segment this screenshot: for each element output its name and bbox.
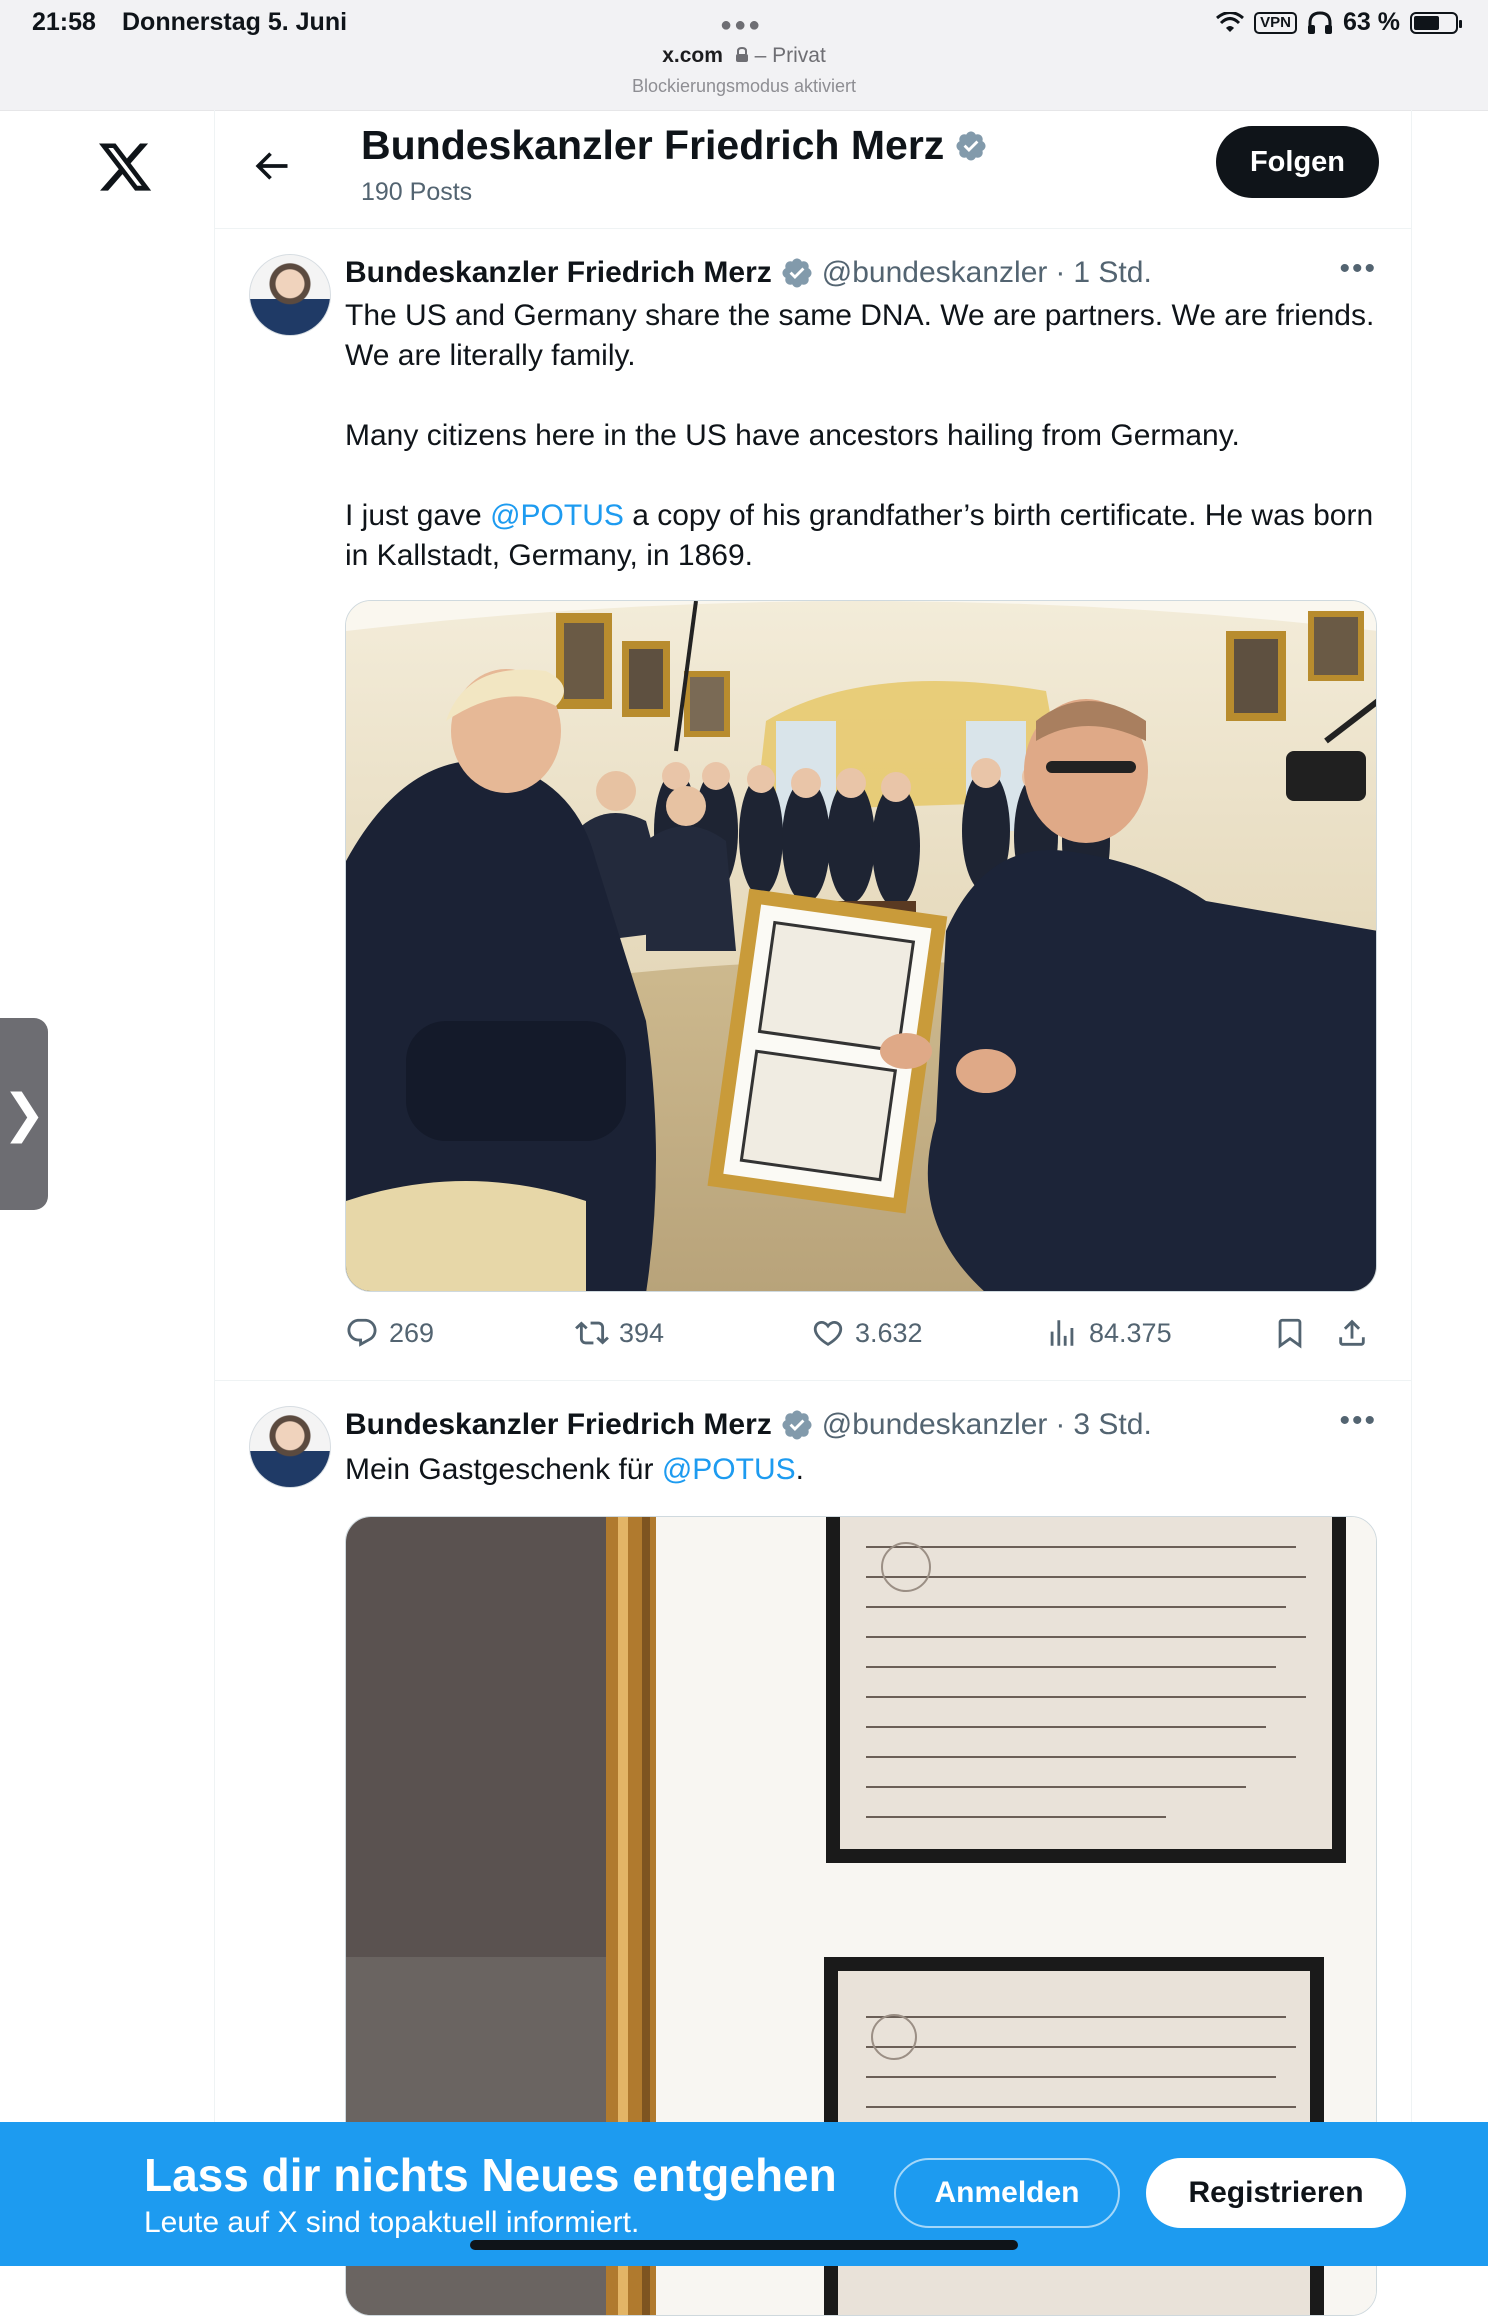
- reply-icon: [347, 1318, 377, 1347]
- tweet-paragraph: Mein Gastgeschenk für @POTUS.: [345, 1453, 804, 1486]
- share-icon: [1339, 1319, 1365, 1346]
- reply-count: 269: [389, 1317, 435, 1348]
- views-chart-icon: [1050, 1320, 1074, 1346]
- status-bar: 21:58 Donnerstag 5. Juni ●●● VPN 63 % x.…: [0, 0, 1488, 111]
- timestamp[interactable]: 1 Std.: [1073, 256, 1151, 290]
- mention-link[interactable]: @POTUS: [490, 499, 624, 532]
- battery-fill: [1414, 15, 1439, 30]
- author-name[interactable]: Bundeskanzler Friedrich Merz: [345, 256, 772, 290]
- banner-title: Lass dir nichts Neues entgehen: [144, 2149, 837, 2201]
- repost-button[interactable]: 394: [575, 1316, 664, 1350]
- vpn-badge: VPN: [1254, 11, 1298, 34]
- battery-icon: [1410, 11, 1462, 34]
- timeline-column: Bundeskanzler Friedrich Merz 190 Posts F…: [214, 110, 1412, 2316]
- tweet-text: The US and Germany share the same DNA. W…: [345, 296, 1375, 576]
- verified-badge-icon: [956, 130, 986, 161]
- date: Donnerstag 5. Juni: [122, 8, 348, 36]
- tweet-actions: 269 394 3.632 84.375: [345, 1316, 1375, 1366]
- wifi-icon: [1216, 11, 1245, 32]
- clock: 21:58: [32, 8, 96, 36]
- tweet-paragraph: Many citizens here in the US have ancest…: [345, 419, 1240, 452]
- home-indicator[interactable]: [470, 2240, 1018, 2250]
- tweet-paragraph: I just gave @POTUS a copy of his grandfa…: [345, 499, 1374, 572]
- timestamp[interactable]: 3 Std.: [1073, 1408, 1151, 1442]
- sidebar-toggle-handle[interactable]: ❯: [0, 1018, 48, 1210]
- page-title-text: Bundeskanzler Friedrich Merz: [361, 122, 945, 168]
- avatar[interactable]: [249, 1406, 331, 1488]
- tweet-header: Bundeskanzler Friedrich Merz @bundeskanz…: [345, 256, 1152, 290]
- page-title: Bundeskanzler Friedrich Merz: [361, 122, 988, 169]
- headphones-icon: [1308, 10, 1333, 34]
- multitasking-dots-icon[interactable]: ●●●: [720, 14, 762, 37]
- tweet-photo[interactable]: [345, 600, 1377, 1292]
- chevron-right-icon: ❯: [2, 1085, 46, 1143]
- separator-dot: ·: [1055, 256, 1066, 289]
- tweet-header: Bundeskanzler Friedrich Merz @bundeskanz…: [345, 1408, 1152, 1442]
- tweet-paragraph: The US and Germany share the same DNA. W…: [345, 299, 1375, 372]
- verified-badge-icon: [782, 1410, 812, 1440]
- x-logo-icon[interactable]: [96, 138, 154, 196]
- oval-office-photo: [346, 601, 1376, 1291]
- login-button[interactable]: Anmelden: [894, 2158, 1120, 2228]
- author-handle[interactable]: @bundeskanzler: [822, 1408, 1048, 1442]
- views-button[interactable]: 84.375: [1045, 1316, 1172, 1350]
- bookmark-icon: [1278, 1318, 1302, 1349]
- avatar[interactable]: [249, 254, 331, 336]
- heart-icon: [813, 1320, 843, 1346]
- more-options-icon[interactable]: •••: [1339, 1404, 1377, 1438]
- separator-dot: ·: [1055, 1408, 1066, 1441]
- battery-percent: 63 %: [1343, 8, 1400, 36]
- mention-link[interactable]: @POTUS: [662, 1453, 796, 1486]
- views-count: 84.375: [1089, 1317, 1172, 1348]
- tweet-text: Mein Gastgeschenk für @POTUS.: [345, 1450, 1375, 1490]
- banner-subtitle: Leute auf X sind topaktuell informiert.: [144, 2206, 640, 2239]
- author-name[interactable]: Bundeskanzler Friedrich Merz: [345, 1408, 772, 1442]
- follow-button[interactable]: Folgen: [1215, 126, 1379, 198]
- reply-button[interactable]: 269: [345, 1316, 434, 1350]
- repost-icon: [575, 1321, 609, 1345]
- tweet[interactable]: Bundeskanzler Friedrich Merz @bundeskanz…: [215, 228, 1411, 1381]
- profile-header: Bundeskanzler Friedrich Merz 190 Posts F…: [215, 110, 1411, 229]
- more-options-icon[interactable]: •••: [1339, 252, 1377, 286]
- url-domain: x.com: [662, 44, 723, 67]
- bookmark-button[interactable]: [1273, 1316, 1307, 1350]
- author-handle[interactable]: @bundeskanzler: [822, 256, 1048, 290]
- lockdown-mode-label: Blockierungsmodus aktiviert: [631, 76, 857, 96]
- lock-icon: [735, 46, 748, 62]
- share-button[interactable]: [1335, 1316, 1369, 1350]
- like-count: 3.632: [855, 1317, 923, 1348]
- like-button[interactable]: 3.632: [811, 1316, 923, 1350]
- status-icons: VPN 63 %: [1216, 8, 1462, 37]
- back-arrow-icon[interactable]: [249, 144, 293, 188]
- verified-badge-icon: [782, 258, 812, 288]
- signup-button[interactable]: Registrieren: [1146, 2158, 1406, 2228]
- private-label: – Privat: [754, 44, 826, 67]
- repost-count: 394: [619, 1317, 665, 1348]
- post-count: 190 Posts: [361, 178, 473, 206]
- address-bar[interactable]: x.com – Privat: [0, 44, 1488, 68]
